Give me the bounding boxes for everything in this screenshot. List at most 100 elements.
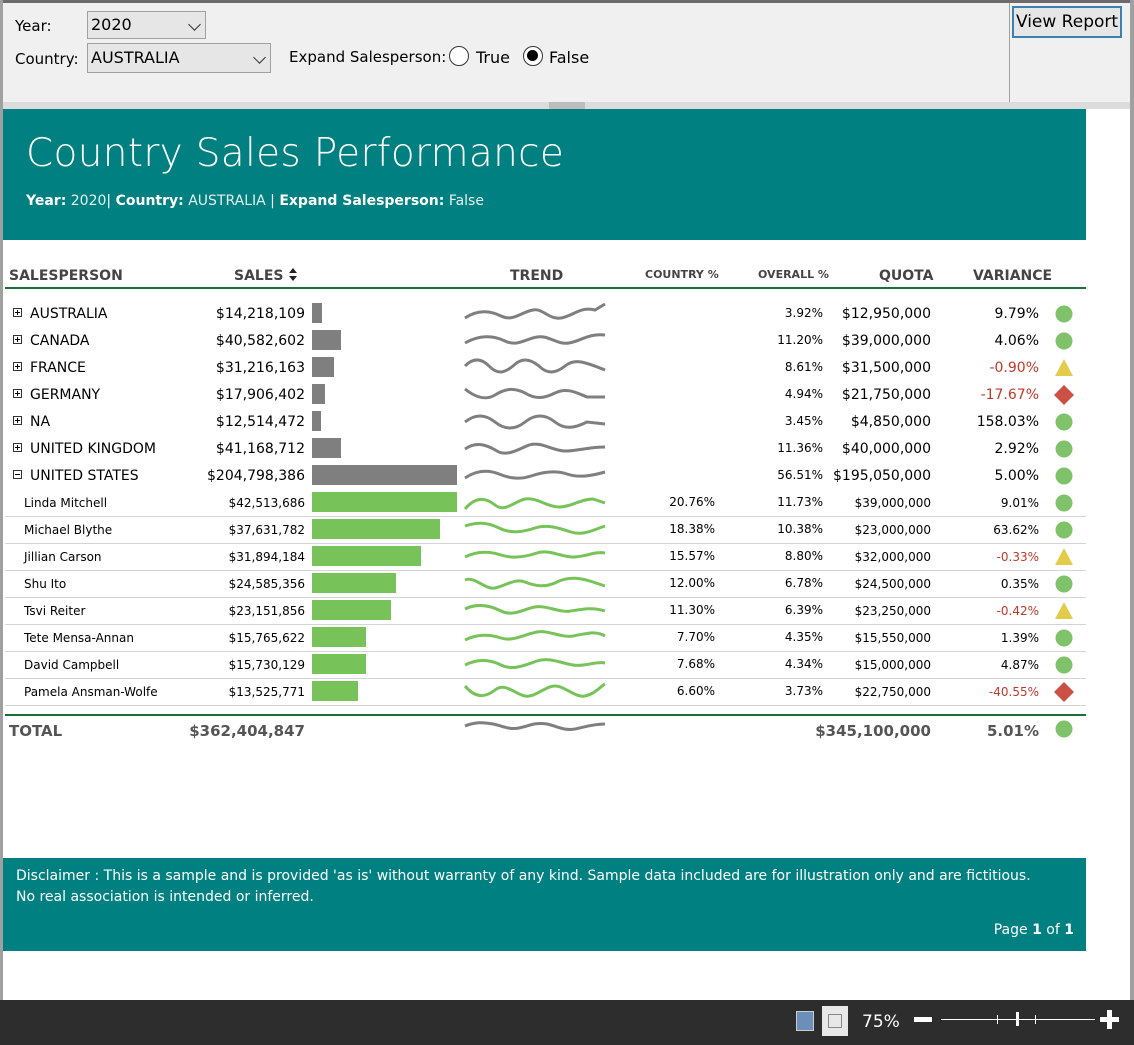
total-label: TOTAL [9, 722, 63, 740]
header-rule [5, 287, 1086, 289]
sub-country-label: Country: [115, 193, 184, 209]
zoom-slider-thumb[interactable] [1016, 1012, 1019, 1026]
sort-icon[interactable] [289, 268, 297, 281]
year-select[interactable]: 2020 [87, 11, 206, 39]
salesperson-row: Shu Ito $24,585,356 12.00% 6.78% $24,500,000… [5, 570, 1086, 598]
expand-icon[interactable] [13, 416, 22, 425]
chevron-down-icon [188, 18, 201, 31]
salesperson-trend-sparkline [464, 603, 606, 615]
salesperson-country-pct: 18.38% [669, 522, 715, 536]
country-sales: $14,218,109 [215, 306, 305, 322]
page-info: Page 1 of 1 [994, 922, 1074, 938]
salesperson-overall-pct: 6.39% [784, 603, 823, 617]
country-row: AUSTRALIA $14,218,109 3.92% $12,950,000 9.79… [5, 300, 1086, 327]
country-select[interactable]: AUSTRALIA [87, 43, 271, 73]
salesperson-row: Tete Mensa-Annan $15,765,622 7.70% 4.35% $15… [5, 624, 1086, 652]
salesperson-variance: 9.01% [1000, 496, 1039, 510]
salesperson-variance: -0.33% [996, 550, 1039, 564]
salesperson-indicator-circle-icon [1055, 521, 1073, 539]
salesperson-trend-sparkline [463, 497, 606, 510]
zoom-out-icon[interactable] [914, 1017, 932, 1022]
expand-icon[interactable] [13, 335, 22, 344]
chevron-down-icon [253, 51, 266, 64]
country-variance: -17.67% [980, 387, 1039, 403]
country-name: UNITED KINGDOM [30, 441, 156, 457]
expand-false-label: False [549, 48, 590, 67]
salesperson-quota: $23,250,000 [854, 604, 931, 618]
salesperson-indicator-diamond-icon [1054, 682, 1074, 702]
report-banner: Country Sales Performance Year: 2020| Co… [3, 109, 1086, 240]
salesperson-trend-sparkline [464, 550, 606, 559]
window-right-border [1130, 0, 1134, 1000]
salesperson-quota: $39,000,000 [854, 496, 931, 510]
country-trend-sparkline [464, 387, 605, 400]
collapse-icon[interactable] [13, 470, 22, 479]
salesperson-quota: $32,000,000 [854, 550, 931, 564]
salesperson-name: David Campbell [24, 658, 120, 672]
expand-icon[interactable] [13, 443, 22, 452]
salesperson-country-pct: 6.60% [676, 684, 715, 698]
col-header-sales[interactable]: SALES [234, 268, 284, 284]
country-quota: $12,950,000 [841, 306, 931, 322]
page-layout-icon[interactable] [822, 1006, 848, 1036]
expand-false-radio[interactable] [523, 46, 543, 66]
page-total: 1 [1064, 922, 1074, 938]
salesperson-sales-bar [312, 573, 396, 593]
parameter-splitter[interactable] [3, 102, 1130, 109]
salesperson-overall-pct: 6.78% [784, 576, 823, 590]
salesperson-name: Michael Blythe [24, 523, 113, 537]
total-row: TOTAL $362,404,847 $345,100,000 5.01% [5, 718, 1086, 746]
salesperson-trend-sparkline [464, 576, 606, 590]
col-header-trend: TREND [510, 268, 564, 284]
salesperson-indicator-triangle-icon [1055, 548, 1073, 565]
zoom-tick [1035, 1015, 1036, 1024]
salesperson-quota: $22,750,000 [854, 685, 931, 699]
country-select-value: AUSTRALIA [91, 48, 180, 67]
country-overall-pct: 11.36% [777, 441, 823, 455]
expand-icon[interactable] [13, 308, 22, 317]
view-report-button[interactable]: View Report [1012, 6, 1122, 38]
disclaimer-text: Disclaimer : This is a sample and is pro… [16, 868, 1031, 905]
zoom-level: 75% [862, 1012, 900, 1032]
country-label: Country: [15, 50, 79, 68]
country-row: CANADA $40,582,602 11.20% $39,000,000 4.06% [5, 327, 1086, 354]
expand-salesperson-label: Expand Salesperson: [289, 48, 447, 66]
salesperson-trend-sparkline [464, 630, 606, 642]
expand-true-radio[interactable] [449, 46, 469, 66]
country-row: UNITED STATES $204,798,386 56.51% $195,050,… [5, 462, 1086, 489]
salesperson-country-pct: 7.70% [676, 630, 715, 644]
salesperson-indicator-circle-icon [1055, 629, 1073, 647]
country-quota: $39,000,000 [841, 333, 931, 349]
zoom-in-icon[interactable] [1100, 1010, 1119, 1029]
sub-sep-2: | [270, 193, 275, 209]
country-name: NA [30, 414, 51, 430]
salesperson-quota: $23,000,000 [854, 523, 931, 537]
country-trend-sparkline [464, 302, 606, 320]
salesperson-sales-bar [312, 654, 366, 674]
sub-sep-1: | [106, 193, 112, 209]
country-sales-bar [312, 303, 322, 323]
country-overall-pct: 3.45% [784, 414, 823, 428]
report-footer: Disclaimer : This is a sample and is pro… [3, 858, 1086, 951]
salesperson-row: David Campbell $15,730,129 7.68% 4.34% $15,0… [5, 651, 1086, 679]
total-quota: $345,100,000 [815, 722, 931, 740]
sub-year-label: Year: [26, 193, 67, 209]
expand-icon[interactable] [13, 362, 22, 371]
country-row: UNITED KINGDOM $41,168,712 11.36% $40,000,0… [5, 435, 1086, 462]
salesperson-name: Shu Ito [24, 577, 67, 591]
country-quota: $31,500,000 [841, 360, 931, 376]
country-trend-sparkline [464, 469, 606, 480]
sub-expand-value: False [448, 193, 484, 209]
country-variance: 9.79% [994, 306, 1039, 322]
salesperson-quota: $15,550,000 [854, 631, 931, 645]
salesperson-sales: $37,631,782 [228, 523, 305, 537]
salesperson-overall-pct: 8.80% [784, 549, 823, 563]
zoom-tick [997, 1015, 998, 1024]
collapse-handle-icon[interactable] [549, 102, 585, 109]
country-row: FRANCE $31,216,163 8.61% $31,500,000 -0.90% [5, 354, 1086, 381]
salesperson-sales-bar [312, 681, 358, 701]
salesperson-row: Tsvi Reiter $23,151,856 11.30% 6.39% $23,250… [5, 597, 1086, 625]
expand-icon[interactable] [13, 389, 22, 398]
country-sales: $41,168,712 [215, 441, 305, 457]
print-layout-icon[interactable] [796, 1011, 814, 1031]
